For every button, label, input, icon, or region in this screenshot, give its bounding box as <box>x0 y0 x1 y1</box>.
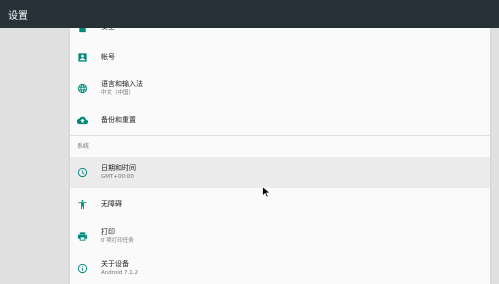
settings-item-printing[interactable]: 打印 0 项打印任务 <box>70 222 490 250</box>
settings-item-summary: Android 7.1.2 <box>101 269 139 276</box>
account-box-icon <box>76 51 88 63</box>
globe-icon <box>76 82 88 94</box>
settings-item-language[interactable]: 语言和输入法 中文（中国） <box>70 75 490 101</box>
settings-item-backup[interactable]: 备份和重置 <box>70 107 490 133</box>
settings-item-label: 无障碍 <box>101 199 122 208</box>
settings-item-label: 打印 <box>101 227 115 236</box>
mouse-pointer-icon <box>262 186 271 198</box>
page-title: 设置 <box>8 10 28 22</box>
settings-item-label: 安全 <box>101 28 115 32</box>
settings-item-label: 日期和时间 <box>101 164 136 172</box>
settings-item-datetime[interactable]: 日期和时间 GMT+00:00 <box>70 157 490 188</box>
info-icon <box>76 262 88 274</box>
settings-item-accessibility[interactable]: 无障碍 <box>70 191 490 217</box>
clock-icon <box>76 167 88 179</box>
settings-item-account[interactable]: 帐号 <box>70 44 490 70</box>
section-divider <box>70 135 490 136</box>
app-bar: 设置 <box>0 0 499 28</box>
lock-icon <box>76 28 88 33</box>
settings-item-label: 语言和输入法 <box>101 79 143 88</box>
settings-item-about[interactable]: 关于设备 Android 7.1.2 <box>70 254 490 282</box>
accessibility-icon <box>76 198 88 210</box>
cloud-upload-icon <box>76 114 88 126</box>
settings-panel[interactable]: 安全 帐号 语言和输入法 中文（中国） 备份和重置 系统 日期和时间 GMT+0… <box>70 28 490 284</box>
settings-item-summary: GMT+00:00 <box>101 174 134 180</box>
settings-item-label: 帐号 <box>101 52 115 61</box>
settings-item-summary: 0 项打印任务 <box>101 237 134 244</box>
settings-item-summary: 中文（中国） <box>101 89 135 96</box>
settings-item-security[interactable]: 安全 <box>70 28 490 34</box>
settings-item-label: 备份和重置 <box>101 115 136 124</box>
settings-item-label: 关于设备 <box>101 259 129 268</box>
printer-icon <box>76 230 88 242</box>
section-header-system: 系统 <box>77 143 90 150</box>
